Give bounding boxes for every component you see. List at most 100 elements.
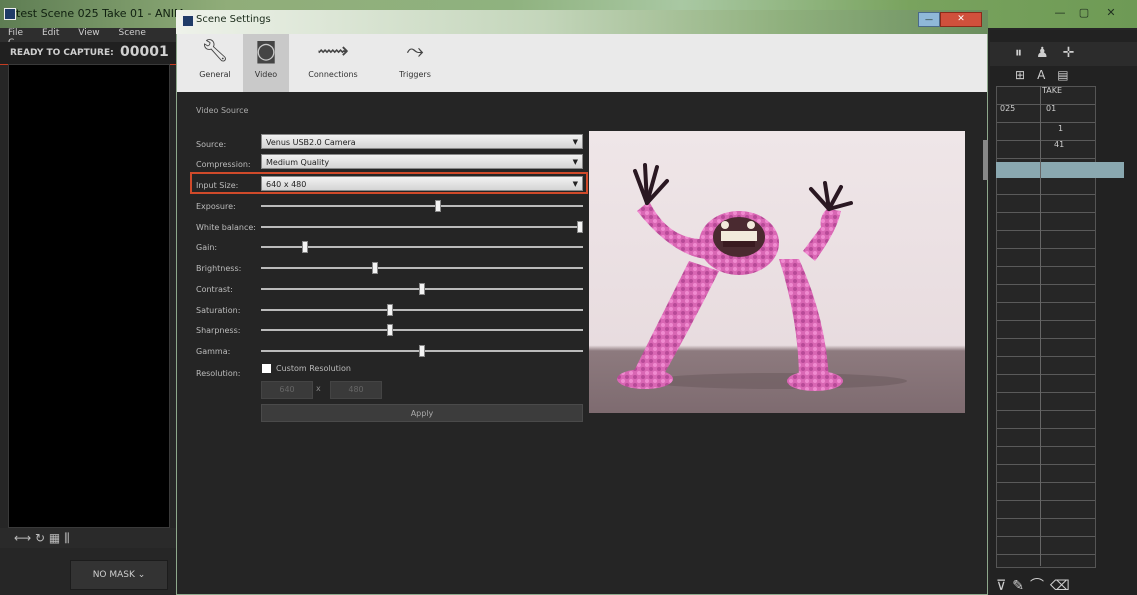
camera-icon: ◙ — [255, 39, 277, 64]
selected-row[interactable] — [996, 162, 1124, 178]
tab-video-label: Video — [254, 70, 278, 79]
slider-label: Saturation: — [196, 306, 241, 315]
grid-icon[interactable]: ▦ — [49, 531, 60, 545]
menu-file[interactable]: File — [8, 28, 23, 38]
compression-label: Compression: — [196, 160, 251, 169]
slider-label: White balance: — [196, 223, 256, 232]
slider-track[interactable] — [261, 267, 583, 269]
slider-track[interactable] — [261, 329, 583, 331]
select-icon[interactable]: ⊽ — [996, 578, 1012, 594]
menu-view[interactable]: View — [78, 28, 99, 38]
dialog-scrollbar[interactable] — [983, 140, 988, 180]
input-size-label: Input Size: — [196, 181, 239, 190]
tab-connections[interactable]: ⟿ Connections — [298, 34, 368, 92]
app-logo-icon — [4, 8, 16, 20]
dialog-title: Scene Settings — [196, 14, 271, 25]
resolution-height-input[interactable]: 480 — [330, 381, 382, 399]
slider-handle[interactable] — [302, 241, 308, 253]
scene-value: 025 — [1000, 104, 1016, 113]
row-value: 41 — [1054, 140, 1065, 149]
resolution-width-input[interactable]: 640 — [261, 381, 313, 399]
puppet-image — [617, 163, 907, 391]
dialog-logo-icon — [182, 15, 194, 27]
take-value: 01 — [1046, 104, 1057, 113]
chevron-down-icon: ▼ — [572, 138, 578, 146]
pause-icon[interactable]: ⏸ — [1015, 45, 1036, 61]
dialog-title-bar — [176, 10, 988, 34]
take-header: TAKE — [1042, 86, 1063, 95]
panel-icon[interactable]: ▤ — [1057, 68, 1080, 82]
person-icon[interactable]: ♟ — [1036, 45, 1063, 61]
dialog-close-button[interactable]: ✕ — [940, 12, 982, 27]
wrench-icon: 🔧︎ — [201, 39, 229, 64]
menu-scene[interactable]: Scene — [118, 28, 145, 38]
slider-handle[interactable] — [372, 262, 378, 274]
menu-bar: File Edit View Scene C — [0, 28, 176, 48]
slider-handle[interactable] — [435, 200, 441, 212]
tab-triggers-label: Triggers — [399, 70, 431, 79]
connections-icon: ⟿ — [317, 39, 349, 64]
source-dropdown[interactable]: Venus USB2.0 Camera ▼ — [261, 134, 583, 149]
timeline-options: ⊞A▤ — [1015, 68, 1081, 82]
menu-edit[interactable]: Edit — [42, 28, 59, 38]
source-value: Venus USB2.0 Camera — [266, 138, 356, 147]
tab-triggers[interactable]: ⤳ Triggers — [380, 34, 450, 92]
custom-resolution-checkbox[interactable] — [262, 364, 271, 373]
refresh-icon[interactable]: ↻ — [35, 531, 45, 545]
slider-label: Gain: — [196, 243, 218, 252]
slider-handle[interactable] — [577, 221, 583, 233]
dialog-minimize-button[interactable]: — — [918, 12, 940, 27]
slider-handle[interactable] — [419, 283, 425, 295]
drawing-tools: ⊽✎⌒⌫ — [996, 575, 1076, 595]
tab-general-label: General — [199, 70, 231, 79]
input-size-value: 640 x 480 — [266, 180, 307, 189]
slider-track[interactable] — [261, 226, 583, 228]
slider-label: Gamma: — [196, 347, 231, 356]
tab-video[interactable]: ◙ Video — [243, 34, 289, 92]
layers-icon[interactable]: ⊞ — [1015, 68, 1037, 82]
maximize-button[interactable]: ▢ — [1073, 6, 1095, 20]
slider-handle[interactable] — [387, 304, 393, 316]
mask-dropdown[interactable]: NO MASK ⌄ — [70, 560, 168, 590]
chevron-down-icon: ▼ — [572, 158, 578, 166]
timeline-tools: ⏸♟✛ — [1015, 45, 1088, 61]
close-button[interactable]: ✕ — [1100, 6, 1122, 20]
slider-label: Contrast: — [196, 285, 233, 294]
curve-icon[interactable]: ⌒ — [1030, 578, 1050, 594]
apply-button[interactable]: Apply — [261, 404, 583, 422]
capture-viewport — [8, 64, 170, 528]
ready-to-capture-label: READY TO CAPTURE: — [10, 48, 114, 58]
slider-label: Sharpness: — [196, 326, 241, 335]
slider-track[interactable] — [261, 309, 583, 311]
input-size-dropdown[interactable]: 640 x 480 ▼ — [261, 176, 583, 191]
video-source-heading: Video Source — [196, 106, 249, 115]
app-title: test Scene 025 Take 01 - ANIM — [16, 7, 184, 20]
slider-track[interactable] — [261, 205, 583, 207]
viewport-tools: ⟷ ↻ ▦ ⫼ — [14, 531, 70, 546]
slider-handle[interactable] — [419, 345, 425, 357]
slider-handle[interactable] — [387, 324, 393, 336]
tab-general[interactable]: 🔧︎ General — [190, 34, 240, 92]
compression-value: Medium Quality — [266, 158, 330, 167]
source-label: Source: — [196, 140, 227, 149]
row-value: 1 — [1058, 124, 1064, 133]
triggers-icon: ⤳ — [406, 39, 424, 64]
tab-connections-label: Connections — [308, 70, 358, 79]
eraser-icon[interactable]: ⌫ — [1050, 578, 1076, 594]
pen-icon[interactable]: ✎ — [1012, 578, 1030, 594]
column-divider — [1040, 86, 1041, 566]
frame-counter: 00001 — [120, 44, 169, 60]
compression-dropdown[interactable]: Medium Quality ▼ — [261, 154, 583, 169]
minimize-button[interactable]: — — [1049, 6, 1071, 20]
slider-label: Brightness: — [196, 264, 242, 273]
exposure-sheet[interactable] — [996, 86, 1096, 568]
lines-icon[interactable]: ⫼ — [64, 531, 70, 545]
move-icon[interactable]: ✛ — [1063, 45, 1089, 61]
loop-icon[interactable]: ⟷ — [14, 531, 31, 545]
custom-resolution-label: Custom Resolution — [276, 364, 351, 373]
resolution-separator: x — [316, 384, 321, 393]
slider-track[interactable] — [261, 246, 583, 248]
chevron-down-icon: ▼ — [572, 180, 578, 188]
font-size-icon[interactable]: A — [1037, 68, 1057, 82]
resolution-label: Resolution: — [196, 369, 241, 378]
